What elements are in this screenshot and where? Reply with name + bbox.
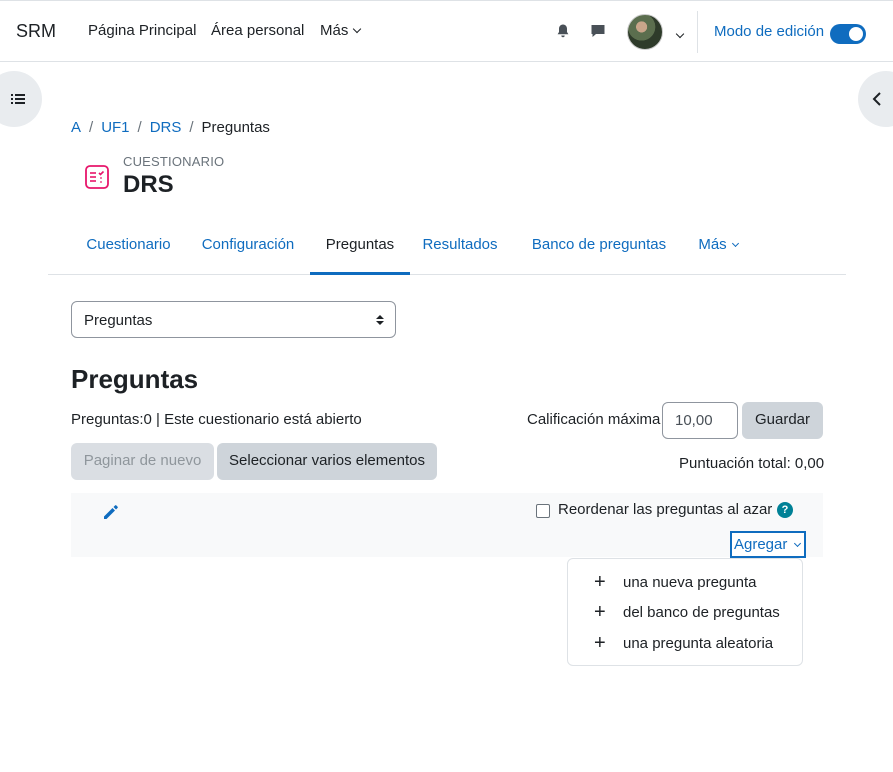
tab-settings[interactable]: Configuración xyxy=(190,222,306,275)
breadcrumb-separator: / xyxy=(137,119,142,136)
quiz-icon xyxy=(85,165,109,189)
module-type-label: CUESTIONARIO xyxy=(123,154,225,169)
menu-item-random-question[interactable]: + una pregunta aleatoria xyxy=(568,628,802,658)
tab-questions[interactable]: Preguntas xyxy=(310,222,410,275)
help-icon[interactable]: ? xyxy=(777,502,793,518)
edit-mode-label: Modo de edición xyxy=(714,23,825,40)
select-arrows-icon xyxy=(376,315,384,325)
breadcrumb-item-drs[interactable]: DRS xyxy=(150,119,182,136)
page-select[interactable]: Preguntas xyxy=(71,301,396,338)
max-grade-input[interactable]: 10,00 xyxy=(662,402,738,439)
nav-link-home[interactable]: Página Principal xyxy=(88,22,196,39)
top-navbar: SRM Página Principal Área personal Más M… xyxy=(0,0,893,62)
user-avatar[interactable] xyxy=(627,14,663,50)
questions-heading: Preguntas xyxy=(71,364,199,394)
menu-item-new-question[interactable]: + una nueva pregunta xyxy=(568,567,802,597)
breadcrumb-item-uf1[interactable]: UF1 xyxy=(101,119,129,136)
chevron-down-icon xyxy=(731,239,739,248)
menu-item-label: una pregunta aleatoria xyxy=(623,635,774,652)
chevron-down-icon xyxy=(353,24,362,34)
nav-link-more-label: Más xyxy=(320,22,349,39)
list-icon xyxy=(11,94,25,104)
tab-quiz[interactable]: Cuestionario xyxy=(71,222,186,275)
chevron-down-icon xyxy=(794,539,802,548)
menu-item-label: una nueva pregunta xyxy=(623,574,757,591)
open-block-drawer-button[interactable] xyxy=(858,71,893,127)
tab-question-bank[interactable]: Banco de preguntas xyxy=(523,222,675,275)
nav-link-more[interactable]: Más xyxy=(320,22,362,39)
plus-icon: + xyxy=(594,571,606,593)
open-course-index-button[interactable] xyxy=(0,71,42,127)
menu-item-label: del banco de preguntas xyxy=(623,604,780,621)
plus-icon: + xyxy=(594,601,606,623)
breadcrumb: A / UF1 / DRS / Preguntas xyxy=(71,119,270,136)
breadcrumb-separator: / xyxy=(89,119,94,136)
add-button[interactable]: Agregar xyxy=(730,531,806,558)
repaginate-button: Paginar de nuevo xyxy=(71,443,214,480)
shuffle-label: Reordenar las preguntas al azar xyxy=(558,501,773,518)
breadcrumb-item-a[interactable]: A xyxy=(71,119,81,136)
tab-results[interactable]: Resultados xyxy=(415,222,505,275)
add-dropdown-menu: + una nueva pregunta + del banco de preg… xyxy=(567,558,803,666)
plus-icon: + xyxy=(594,632,606,654)
breadcrumb-separator: / xyxy=(189,119,194,136)
tab-more[interactable]: Más xyxy=(688,222,748,275)
total-score: Puntuación total: 0,00 xyxy=(679,455,825,472)
nav-link-dashboard[interactable]: Área personal xyxy=(211,22,304,39)
site-brand[interactable]: SRM xyxy=(16,21,56,42)
menu-item-from-bank[interactable]: + del banco de preguntas xyxy=(568,597,802,627)
add-button-label: Agregar xyxy=(734,536,788,553)
max-grade-label: Calificación máxima xyxy=(527,411,661,428)
save-button[interactable]: Guardar xyxy=(742,402,823,439)
chevron-down-icon xyxy=(675,29,685,39)
breadcrumb-item-current: Preguntas xyxy=(201,119,270,136)
page-select-value: Preguntas xyxy=(84,312,153,329)
chevron-left-icon xyxy=(872,92,881,106)
shuffle-checkbox[interactable] xyxy=(536,504,550,518)
bell-icon[interactable] xyxy=(555,23,571,39)
secondary-navigation: Cuestionario Configuración Preguntas Res… xyxy=(48,222,846,275)
user-menu-chevron[interactable] xyxy=(671,27,685,44)
chat-icon[interactable] xyxy=(590,23,606,39)
quiz-status-info: Preguntas:0 | Este cuestionario está abi… xyxy=(71,411,362,428)
pencil-icon[interactable] xyxy=(102,503,120,521)
tab-more-label: Más xyxy=(698,236,727,253)
select-multiple-button[interactable]: Seleccionar varios elementos xyxy=(217,443,437,480)
edit-mode-toggle[interactable] xyxy=(830,24,866,44)
page-title: DRS xyxy=(123,171,174,198)
navbar-divider xyxy=(697,11,698,53)
